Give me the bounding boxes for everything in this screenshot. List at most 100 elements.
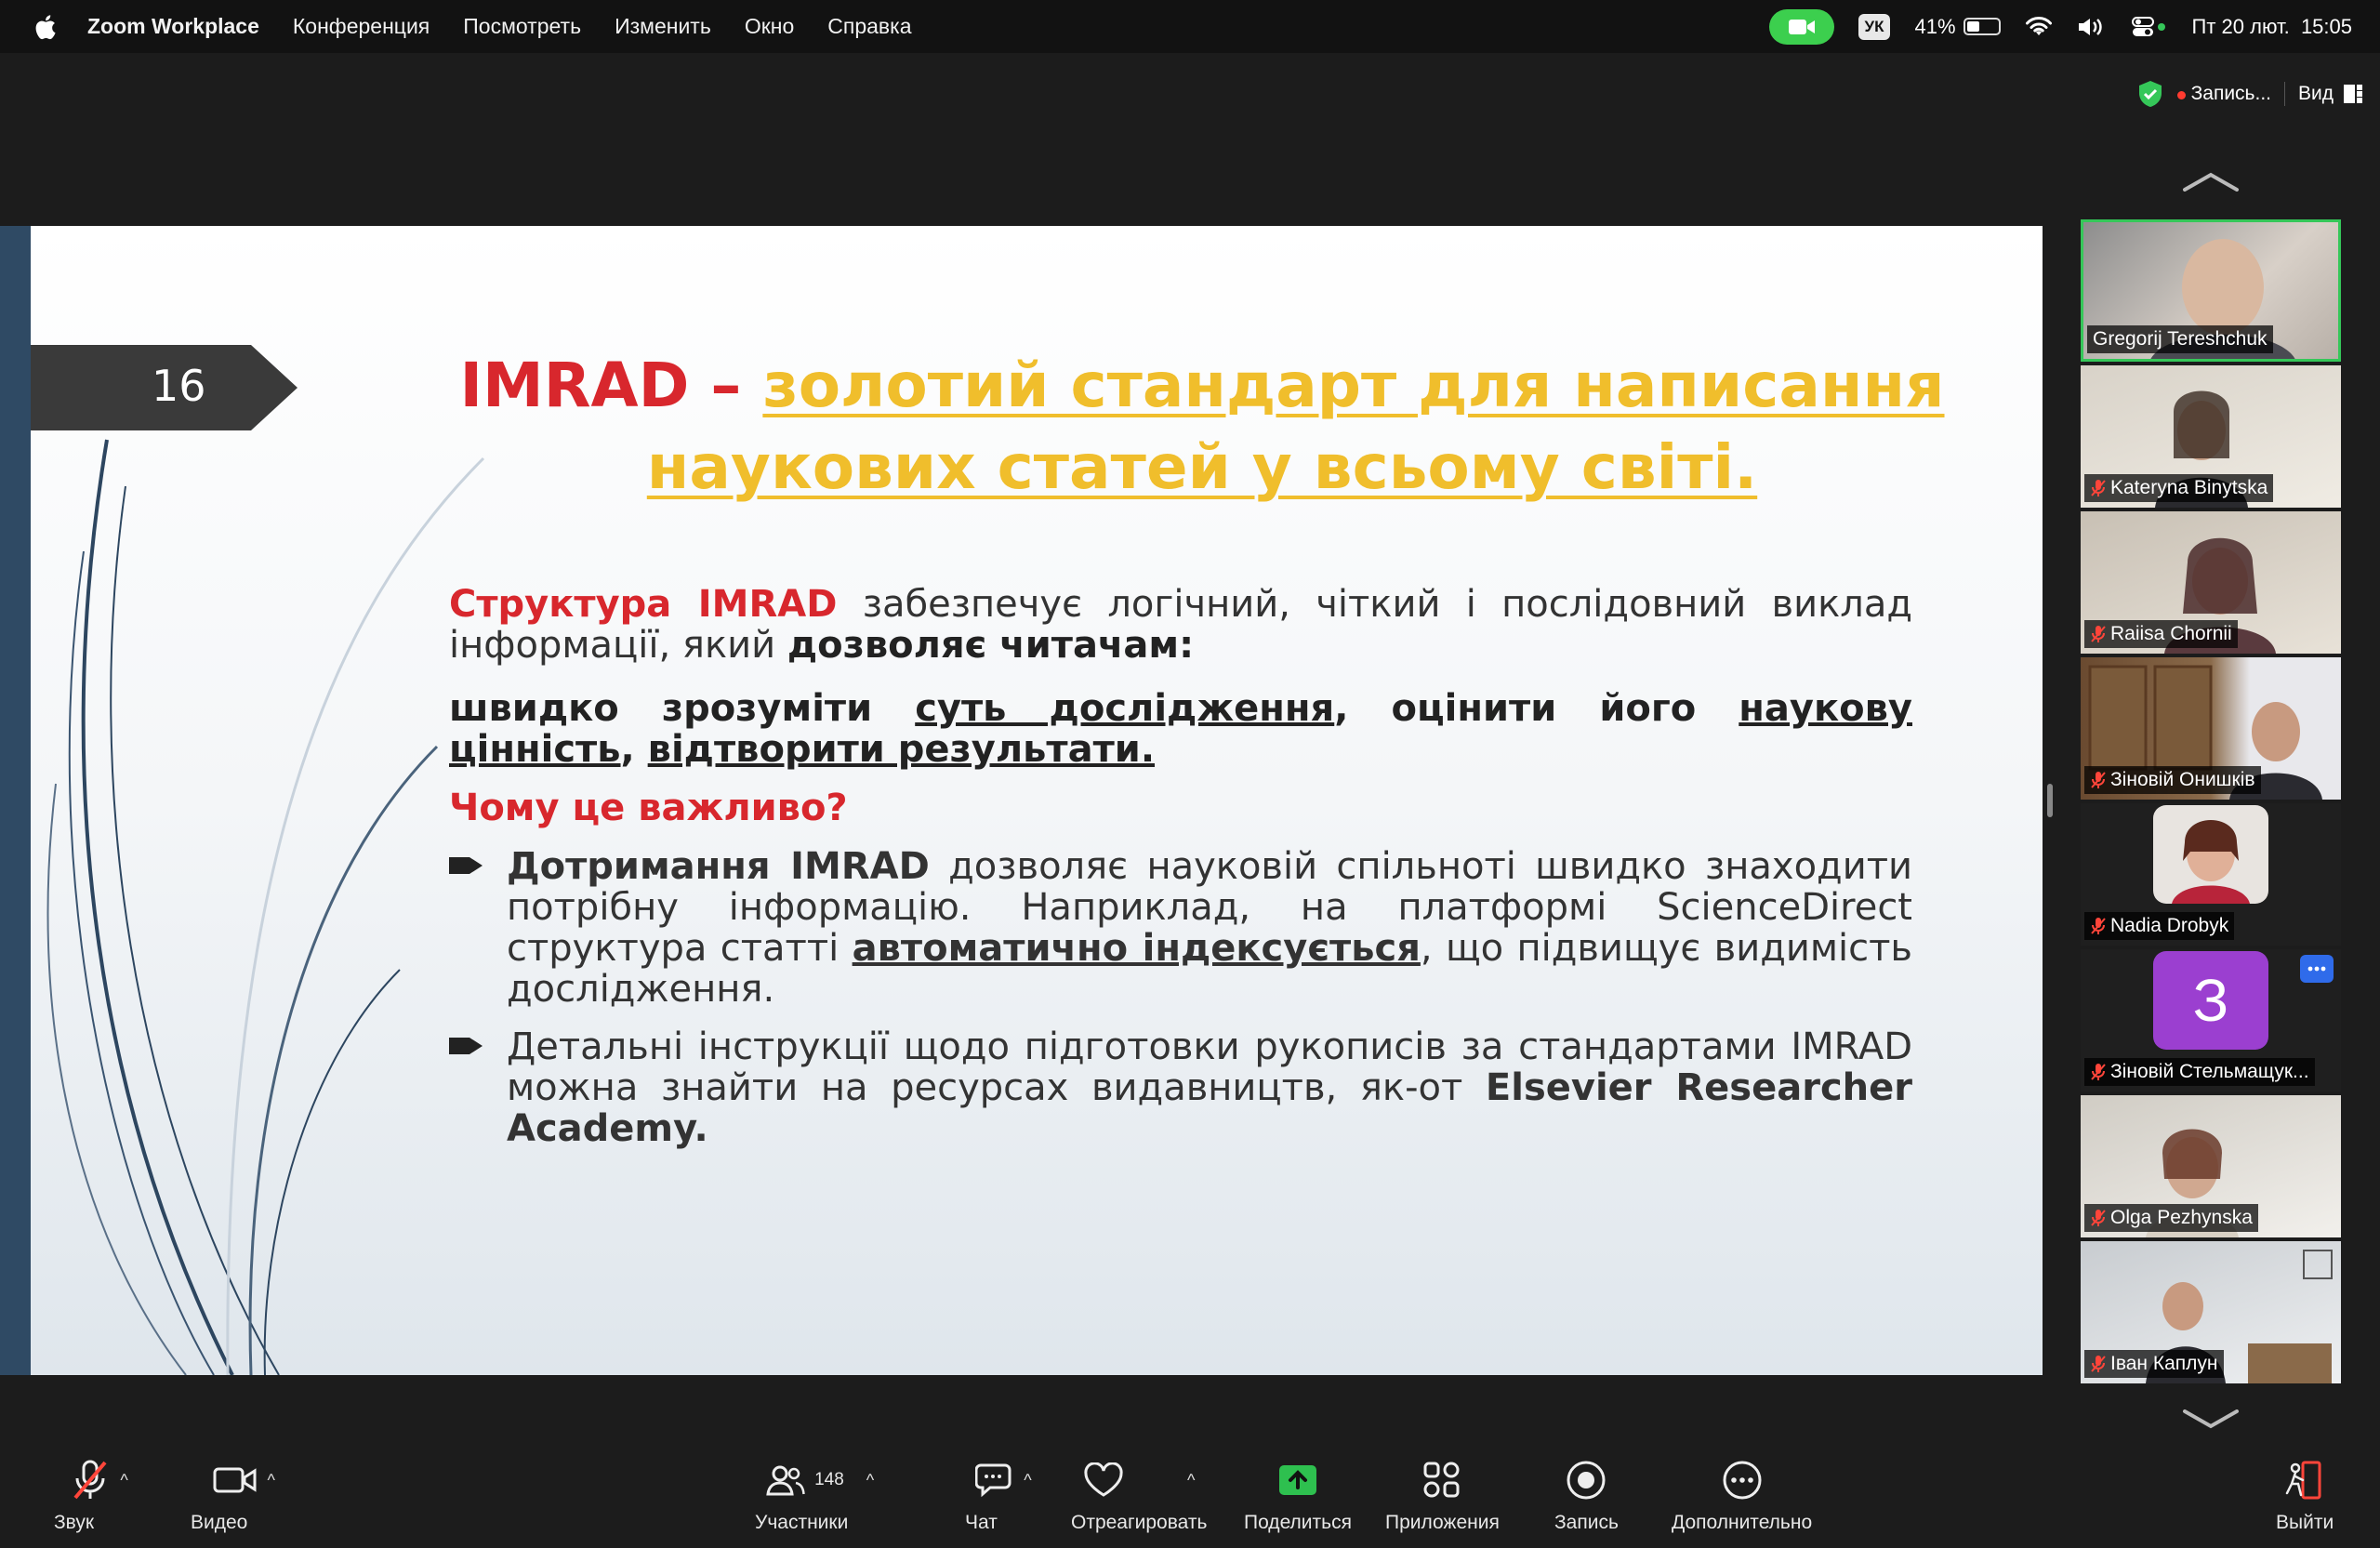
battery-fill bbox=[1966, 21, 1979, 32]
apps-label: Приложения bbox=[1385, 1512, 1500, 1533]
participant-tile[interactable]: Зіновій Онишків bbox=[2081, 657, 2341, 800]
slide-bullet-2: Детальні інструкції щодо підготовки руко… bbox=[449, 1026, 1912, 1149]
meeting-top-controls: Запись... Вид bbox=[2136, 74, 2363, 113]
video-button[interactable]: ^ Видео bbox=[191, 1458, 298, 1534]
recording-dot-icon bbox=[2176, 91, 2186, 99]
participant-tile[interactable]: Olga Pezhynska bbox=[2081, 1095, 2341, 1237]
camera-in-use-indicator[interactable] bbox=[1768, 8, 1834, 45]
participant-tile[interactable]: Nadia Drobyk bbox=[2081, 803, 2341, 946]
control-center-icon[interactable] bbox=[2131, 16, 2168, 38]
leave-button[interactable]: Выйти bbox=[2276, 1458, 2334, 1534]
apple-icon[interactable] bbox=[32, 13, 58, 41]
react-options-caret[interactable]: ^ bbox=[1187, 1471, 1195, 1490]
splitter-handle[interactable] bbox=[2047, 784, 2053, 817]
menu-app-name[interactable]: Zoom Workplace bbox=[87, 14, 259, 39]
chat-button[interactable]: ^ Чат bbox=[965, 1458, 1042, 1534]
bullet1-underline: автоматично індексується bbox=[852, 927, 1421, 970]
participant-name: Kateryna Binytska bbox=[2084, 474, 2274, 502]
slide-title-red: IMRAD – bbox=[459, 350, 763, 421]
participants-button[interactable]: 148 ^ Участники bbox=[755, 1458, 885, 1534]
mic-muted-icon bbox=[73, 1460, 107, 1500]
slide-bullet-1: Дотримання IMRAD дозволяє науковій спіль… bbox=[449, 846, 1912, 1010]
participants-icon bbox=[766, 1465, 805, 1496]
heart-icon bbox=[1084, 1462, 1123, 1497]
battery-percent: 41% bbox=[1914, 14, 1956, 38]
participant-avatar bbox=[2153, 805, 2268, 904]
status-area: УК 41% Пт 20 лют. 15:05 bbox=[1768, 0, 2352, 53]
more-button[interactable]: Дополнительно bbox=[1672, 1458, 1812, 1534]
audio-options-caret[interactable]: ^ bbox=[120, 1471, 127, 1490]
keyboard-layout-badge[interactable]: УК bbox=[1858, 13, 1891, 40]
recording-status[interactable]: Запись... bbox=[2176, 83, 2271, 105]
participant-name: Olga Pezhynska bbox=[2084, 1204, 2258, 1232]
share-button[interactable]: Поделиться bbox=[1244, 1458, 1352, 1534]
bullet1-bold: Дотримання IMRAD bbox=[507, 845, 930, 888]
apps-icon bbox=[1423, 1462, 1460, 1498]
participant-name: Nadia Drobyk bbox=[2084, 912, 2235, 940]
battery-status[interactable]: 41% bbox=[1914, 14, 2001, 39]
record-label: Запись bbox=[1554, 1512, 1619, 1533]
participant-tile[interactable]: Gregorij Tereshchuk bbox=[2081, 219, 2341, 362]
divider bbox=[2284, 82, 2285, 106]
participant-name: Raiisa Chornii bbox=[2084, 620, 2238, 648]
benefit-text-a: швидко зрозуміти bbox=[449, 687, 916, 730]
view-label: Вид bbox=[2298, 83, 2334, 104]
share-screen-icon bbox=[1278, 1465, 1316, 1495]
leave-door-icon bbox=[2285, 1461, 2321, 1500]
battery-icon bbox=[1963, 18, 2001, 35]
gallery-scroll-up-icon[interactable] bbox=[2181, 171, 2241, 192]
mic-muted-icon bbox=[2091, 772, 2106, 788]
slide-number: 16 bbox=[152, 361, 206, 411]
slide-title-gold: золотий стандарт для написання наукових … bbox=[646, 350, 1945, 503]
chat-icon bbox=[975, 1463, 1012, 1498]
record-icon bbox=[1567, 1461, 1606, 1500]
shared-screen: 16 IMRAD – золотий стандарт для написанн… bbox=[0, 226, 2043, 1375]
slide-paragraph-benefits: швидко зрозуміти суть дослідження, оціни… bbox=[449, 688, 1912, 770]
slide-title: IMRAD – золотий стандарт для написання н… bbox=[440, 345, 1964, 509]
participant-name: Зіновій Стельмащук... bbox=[2084, 1058, 2315, 1086]
audio-label: Звук bbox=[54, 1512, 95, 1533]
recording-label: Запись... bbox=[2190, 83, 2271, 104]
volume-icon[interactable] bbox=[2077, 17, 2107, 37]
menu-bar: Zoom Workplace Конференция Посмотреть Из… bbox=[0, 0, 2380, 53]
view-button[interactable]: Вид bbox=[2298, 83, 2363, 105]
menu-item-conference[interactable]: Конференция bbox=[293, 14, 430, 39]
view-layout-icon bbox=[2344, 85, 2362, 103]
benefit-text-b: , оцінити його bbox=[1334, 687, 1739, 730]
record-button[interactable]: Запись bbox=[1554, 1458, 1619, 1534]
participant-tile[interactable]: Raiisa Chornii bbox=[2081, 511, 2341, 654]
wifi-icon[interactable] bbox=[2025, 16, 2053, 37]
mic-muted-icon bbox=[2091, 1210, 2106, 1226]
video-camera-icon bbox=[213, 1467, 257, 1493]
participants-count: 148 bbox=[814, 1470, 844, 1489]
security-shield-icon[interactable] bbox=[2136, 79, 2164, 109]
benefit-text-c: , bbox=[620, 728, 648, 771]
bullet-arrow-icon bbox=[449, 1038, 483, 1054]
video-label: Видео bbox=[191, 1512, 248, 1533]
react-button[interactable]: ^ Отреагировать bbox=[1071, 1458, 1207, 1534]
menu-item-edit[interactable]: Изменить bbox=[615, 14, 711, 39]
video-options-caret[interactable]: ^ bbox=[267, 1471, 274, 1490]
meeting-toolbar: ^ Звук ^ Видео 148 ^ Участники ^ Чат ^ О… bbox=[0, 1413, 2380, 1548]
apps-button[interactable]: Приложения bbox=[1385, 1458, 1500, 1534]
participants-options-caret[interactable]: ^ bbox=[866, 1471, 874, 1490]
slide-body: Структура IMRAD забезпечує логічний, чіт… bbox=[449, 584, 1912, 1149]
menu-item-help[interactable]: Справка bbox=[827, 14, 911, 39]
audio-button[interactable]: ^ Звук bbox=[54, 1458, 144, 1534]
slide-paragraph-structure: Структура IMRAD забезпечує логічний, чіт… bbox=[449, 584, 1912, 666]
tile-more-options-button[interactable] bbox=[2300, 955, 2334, 983]
video-camera-icon bbox=[1788, 19, 1815, 34]
participant-name: Gregorij Tereshchuk bbox=[2087, 325, 2273, 353]
participant-name: Зіновій Онишків bbox=[2084, 766, 2261, 794]
menubar-datetime[interactable]: Пт 20 лют. 15:05 bbox=[2192, 15, 2352, 39]
chat-options-caret[interactable]: ^ bbox=[1024, 1471, 1031, 1490]
more-dots-icon bbox=[2307, 966, 2326, 972]
participant-tile[interactable]: Kateryna Binytska bbox=[2081, 365, 2341, 508]
structure-label: Структура IMRAD bbox=[449, 583, 838, 626]
menu-item-window[interactable]: Окно bbox=[745, 14, 794, 39]
participant-tile[interactable]: Іван Каплун bbox=[2081, 1241, 2341, 1383]
participant-tile[interactable]: З Зіновій Стельмащук... bbox=[2081, 949, 2341, 1092]
menu-item-view[interactable]: Посмотреть bbox=[463, 14, 581, 39]
mic-muted-icon bbox=[2091, 480, 2106, 496]
participant-gallery: Gregorij Tereshchuk Kateryna Binytska Ra… bbox=[2081, 219, 2341, 1387]
